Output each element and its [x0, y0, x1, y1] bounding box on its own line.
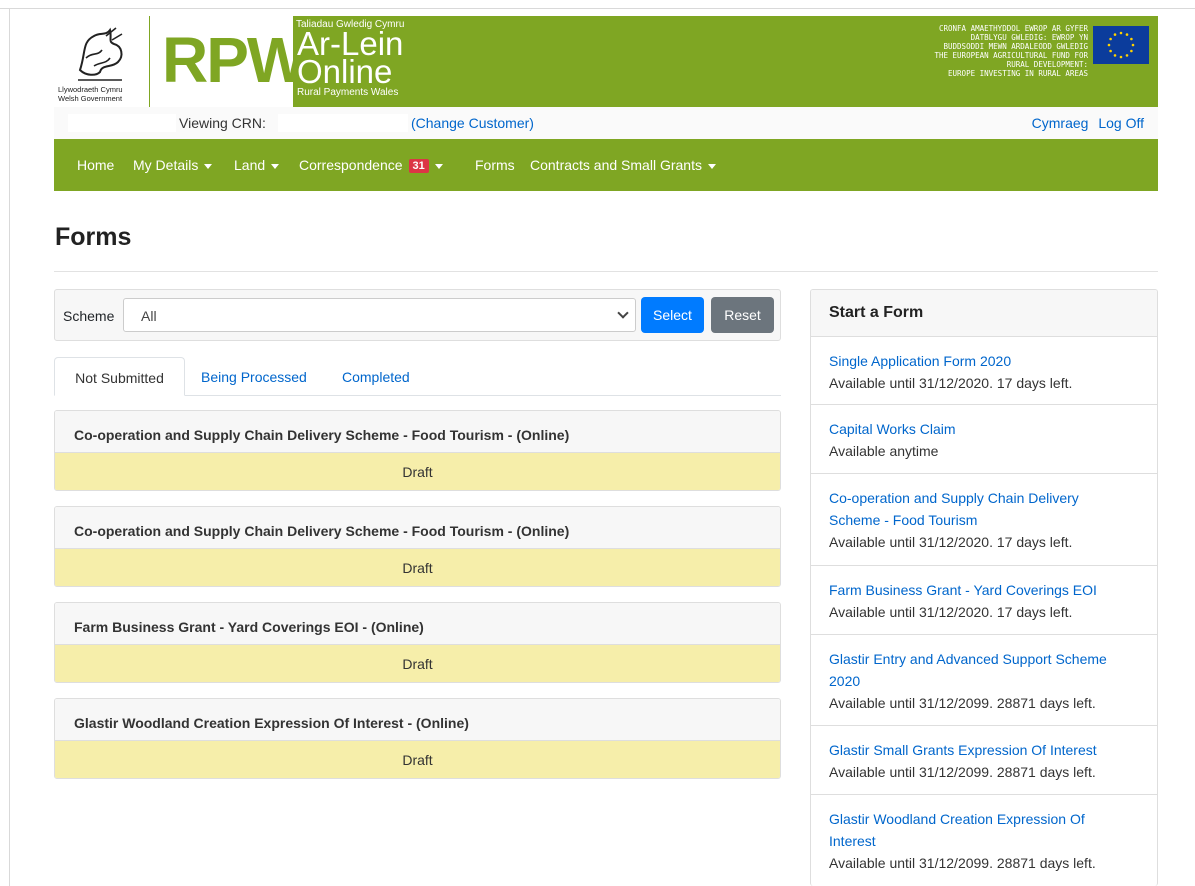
- start-form-item: Co-operation and Supply Chain Delivery S…: [811, 474, 1157, 566]
- window-top-border: [0, 8, 1195, 9]
- start-form-availability: Available until 31/12/2099. 28871 days l…: [829, 764, 1096, 780]
- scheme-select-value: All: [141, 308, 157, 324]
- select-button[interactable]: Select: [641, 297, 704, 333]
- nav-land[interactable]: Land: [234, 157, 280, 173]
- form-card-status: Draft: [55, 645, 780, 682]
- arlein-subtitle-en: Rural Payments Wales: [297, 87, 399, 98]
- start-form-item: Capital Works Claim Available anytime: [811, 405, 1157, 474]
- start-form-link-continued[interactable]: Scheme - Food Tourism: [829, 509, 1139, 531]
- form-card-title[interactable]: Co-operation and Supply Chain Delivery S…: [55, 411, 780, 453]
- start-form-availability: Available anytime: [829, 443, 939, 459]
- form-card-title[interactable]: Farm Business Grant - Yard Coverings EOI…: [55, 603, 780, 645]
- start-form-link-continued[interactable]: Interest: [829, 830, 1139, 852]
- start-form-link[interactable]: Glastir Woodland Creation Expression Of: [829, 808, 1139, 830]
- viewing-crn-label: Viewing CRN:: [179, 115, 266, 131]
- form-card[interactable]: Co-operation and Supply Chain Delivery S…: [54, 506, 781, 587]
- caret-down-icon: [271, 163, 280, 169]
- form-card[interactable]: Co-operation and Supply Chain Delivery S…: [54, 410, 781, 491]
- caret-down-icon: [434, 163, 443, 169]
- start-form-link[interactable]: Farm Business Grant - Yard Coverings EOI: [829, 579, 1139, 601]
- customer-bar: Viewing CRN: (Change Customer) Cymraeg L…: [54, 107, 1158, 139]
- start-form-item: Farm Business Grant - Yard Coverings EOI…: [811, 566, 1157, 635]
- start-form-availability: Available until 31/12/2020. 17 days left…: [829, 534, 1073, 550]
- start-form-link[interactable]: Capital Works Claim: [829, 418, 1139, 440]
- tab-completed[interactable]: Completed: [342, 357, 410, 396]
- language-toggle-link[interactable]: Cymraeg: [1032, 115, 1089, 131]
- welsh-dragon-icon: [78, 27, 123, 81]
- nav-contracts-small-grants[interactable]: Contracts and Small Grants: [530, 157, 716, 173]
- nav-correspondence[interactable]: Correspondence 31: [299, 157, 443, 173]
- nav-contracts-label: Contracts and Small Grants: [530, 157, 702, 173]
- window-left-border: [9, 8, 10, 886]
- start-form-item: Glastir Entry and Advanced Support Schem…: [811, 635, 1157, 726]
- welsh-government-name-en: Welsh Government: [58, 94, 123, 103]
- eu-line: CRONFA AMAETHYDDOL EWROP AR GYFER: [938, 24, 1088, 33]
- caret-down-icon: [204, 163, 213, 169]
- start-form-item: Single Application Form 2020 Available u…: [811, 337, 1157, 405]
- main-navigation: Home My Details Land Correspondence 31 Fo…: [54, 139, 1158, 191]
- eu-line: DATBLYGU GWLEDIG: EWROP YN: [970, 33, 1088, 42]
- caret-down-icon: [707, 163, 716, 169]
- form-card-status: Draft: [55, 453, 780, 490]
- form-card[interactable]: Farm Business Grant - Yard Coverings EOI…: [54, 602, 781, 683]
- nav-home[interactable]: Home: [77, 157, 114, 173]
- rpw-logo-text: RPW: [162, 24, 307, 96]
- tab-not-submitted[interactable]: Not Submitted: [54, 357, 185, 396]
- start-form-item: Glastir Small Grants Expression Of Inter…: [811, 726, 1157, 795]
- start-form-link[interactable]: Glastir Entry and Advanced Support Schem…: [829, 648, 1139, 670]
- reset-button[interactable]: Reset: [711, 297, 774, 333]
- start-form-availability: Available until 31/12/2099. 28871 days l…: [829, 695, 1096, 711]
- customer-name-redacted: [68, 114, 176, 132]
- start-form-item: Glastir Woodland Creation Expression Of …: [811, 795, 1157, 886]
- nav-home-label: Home: [77, 157, 115, 173]
- eu-line: RURAL DEVELOPMENT:: [1006, 60, 1088, 69]
- eu-line: BUDDSODDI MEWN ARDALEODD GWLEDIG: [943, 42, 1089, 51]
- crn-value-redacted: [278, 114, 408, 132]
- nav-forms-label: Forms: [475, 157, 515, 173]
- start-form-link[interactable]: Co-operation and Supply Chain Delivery: [829, 487, 1139, 509]
- scheme-label: Scheme: [63, 308, 115, 324]
- start-form-link[interactable]: Single Application Form 2020: [829, 350, 1139, 372]
- log-off-link[interactable]: Log Off: [1098, 115, 1144, 131]
- eu-flag-icon: [1093, 26, 1149, 64]
- start-form-availability: Available until 31/12/2020. 17 days left…: [829, 604, 1073, 620]
- start-form-availability: Available until 31/12/2099. 28871 days l…: [829, 855, 1096, 871]
- nav-forms[interactable]: Forms: [475, 157, 515, 173]
- form-card[interactable]: Glastir Woodland Creation Expression Of …: [54, 698, 781, 779]
- scheme-select[interactable]: All: [123, 298, 636, 332]
- title-divider: [54, 271, 1158, 272]
- nav-correspondence-label: Correspondence: [299, 157, 403, 173]
- correspondence-count-badge: 31: [408, 159, 429, 173]
- form-card-status: Draft: [55, 549, 780, 586]
- arlein-title-en: Online: [297, 53, 393, 90]
- start-form-heading: Start a Form: [811, 290, 1157, 337]
- page-title: Forms: [55, 223, 132, 251]
- eu-line: THE EUROPEAN AGRICULTURAL FUND FOR: [934, 51, 1088, 60]
- form-card-title[interactable]: Co-operation and Supply Chain Delivery S…: [55, 507, 780, 549]
- welsh-government-logo[interactable]: Llywodraeth Cymru Welsh Government: [54, 16, 149, 107]
- start-form-link-continued[interactable]: 2020: [829, 670, 1139, 692]
- form-card-status: Draft: [55, 741, 780, 778]
- start-form-availability: Available until 31/12/2020. 17 days left…: [829, 375, 1073, 391]
- form-card-title[interactable]: Glastir Woodland Creation Expression Of …: [55, 699, 780, 741]
- chevron-down-icon: [617, 307, 629, 319]
- change-customer-link[interactable]: (Change Customer): [411, 115, 534, 131]
- scheme-filter: Scheme All Select Reset: [54, 289, 781, 341]
- site-banner: Llywodraeth Cymru Welsh Government RPW T…: [54, 16, 1158, 107]
- nav-my-details[interactable]: My Details: [133, 157, 213, 173]
- start-form-link[interactable]: Glastir Small Grants Expression Of Inter…: [829, 739, 1139, 761]
- rpw-logo[interactable]: RPW: [150, 16, 307, 107]
- start-form-panel: Start a Form Single Application Form 202…: [810, 289, 1158, 886]
- nav-my-details-label: My Details: [133, 157, 199, 173]
- eu-funding-statement: CRONFA AMAETHYDDOL EWROP AR GYFER DATBLY…: [828, 24, 1088, 78]
- nav-land-label: Land: [234, 157, 266, 173]
- welsh-government-name-cy: Llywodraeth Cymru: [58, 85, 123, 94]
- tab-being-processed[interactable]: Being Processed: [201, 357, 307, 396]
- eu-line: EUROPE INVESTING IN RURAL AREAS: [948, 69, 1088, 78]
